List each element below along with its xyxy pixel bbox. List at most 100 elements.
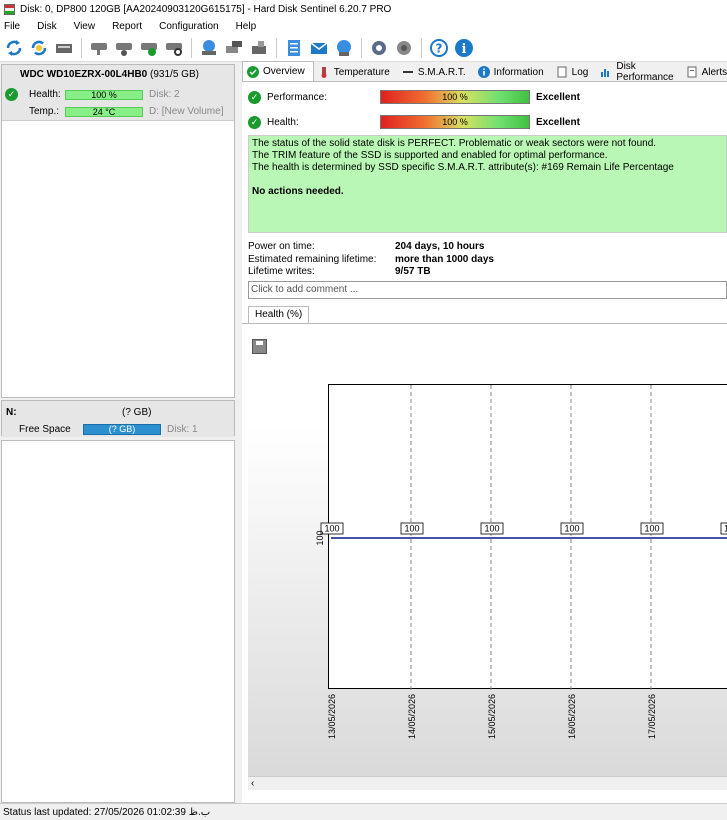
svg-text:i: i (462, 42, 467, 57)
remaining-lifetime-value: more than 1000 days (395, 253, 494, 265)
volume-list-empty-area (1, 440, 235, 803)
x-tick-label: 17/05/2026 (647, 694, 657, 739)
x-tick-label: 13/05/2026 (327, 694, 337, 739)
power-on-value: 204 days, 10 hours (395, 241, 485, 252)
volume-list: N: (? GB) Free Space (? GB) Disk: 1 (1, 400, 235, 437)
disk-number: Disk: 2 (149, 89, 180, 100)
thermometer-icon (318, 66, 330, 78)
volume-label: D: [New Volume] (149, 106, 224, 117)
disk-copy-icon[interactable] (248, 37, 270, 59)
x-tick-label: 16/05/2026 (567, 694, 577, 739)
tab-bar: Overview Temperature S.M.A.R.T. Informat… (242, 61, 727, 83)
performance-row: ✓ Performance: 100 % Excellent (242, 87, 727, 107)
data-label: 100 (324, 524, 339, 534)
title-bar: Disk: 0, DP800 120GB [AA20240903120G6151… (0, 0, 727, 18)
check-icon: ✓ (248, 115, 261, 129)
menu-configuration[interactable]: Configuration (159, 21, 225, 32)
app-icon (4, 3, 15, 15)
toolbar: ? i (0, 34, 727, 62)
x-tick-label: 15/05/2026 (487, 694, 497, 739)
tab-log[interactable]: Log (552, 63, 597, 81)
disk-search-icon[interactable] (163, 37, 185, 59)
health-chart: 13/05/2026 14/05/2026 15/05/2026 16/05/2026… (315, 384, 727, 739)
toolbar-separator (81, 37, 82, 58)
lifetime-writes-value: 9/57 TB (395, 266, 431, 277)
toolbar-separator (276, 37, 277, 58)
disk-test-icon[interactable] (113, 37, 135, 59)
graph-tab-bar: Health (%) (242, 305, 727, 324)
menu-file[interactable]: File (4, 21, 27, 32)
free-space-bar: (? GB) (83, 423, 161, 435)
toolbar-separator (361, 37, 362, 58)
smart-icon (402, 66, 414, 78)
chart-icon (600, 66, 612, 78)
graph-panel: 13/05/2026 14/05/2026 15/05/2026 16/05/2026… (248, 336, 727, 790)
tab-health-graph[interactable]: Health (%) (248, 305, 310, 323)
save-icon[interactable] (252, 339, 267, 354)
lifetime-writes-label: Lifetime writes: (248, 266, 315, 277)
details-pane: Overview Temperature S.M.A.R.T. Informat… (242, 61, 727, 803)
log-icon (556, 66, 568, 78)
health-label: Health: (29, 89, 61, 100)
health-bar: 100 % (65, 89, 143, 100)
health-bar: 100 % (380, 115, 530, 129)
power-on-label: Power on time: (248, 241, 315, 252)
comment-field[interactable]: Click to add comment ... (248, 280, 727, 299)
tab-temperature[interactable]: Temperature (314, 63, 398, 81)
status-line: The health is determined by SSD specific… (252, 162, 674, 173)
check-icon: ✓ (248, 90, 261, 104)
disk-size: (931/5 GB) (150, 69, 199, 80)
refresh-icon[interactable] (3, 37, 25, 59)
disk-tools-icon[interactable] (223, 37, 245, 59)
check-icon (247, 65, 259, 78)
notes-icon[interactable] (283, 37, 305, 59)
alert-icon (686, 66, 698, 78)
info-icon[interactable]: i (453, 37, 475, 59)
status-text: Status last updated: 27/05/2026 01:02:39… (3, 806, 211, 818)
disk-ok-icon[interactable] (138, 37, 160, 59)
toolbar-separator (421, 37, 422, 58)
tab-alerts[interactable]: Alerts (682, 63, 727, 81)
status-description: The status of the solid state disk is PE… (248, 135, 727, 233)
tab-information[interactable]: Information (474, 63, 552, 81)
toolbar-separator (191, 37, 192, 58)
disk-icon[interactable] (53, 37, 75, 59)
refresh-all-icon[interactable] (28, 37, 50, 59)
data-label: 100 (564, 524, 579, 534)
tab-smart[interactable]: S.M.A.R.T. (398, 63, 474, 81)
performance-label: Performance: (267, 91, 328, 103)
data-label: 100 (644, 524, 659, 534)
mail-icon[interactable] (308, 37, 330, 59)
tab-disk-performance[interactable]: Disk Performance (596, 61, 681, 83)
status-line: The status of the solid state disk is PE… (252, 138, 657, 149)
disk-stats: Power on time: 204 days, 10 hours Estimat… (248, 241, 727, 279)
volume-entry[interactable]: N: (? GB) Free Space (? GB) Disk: 1 (2, 401, 234, 437)
horizontal-scrollbar[interactable]: ‹ (248, 776, 727, 790)
performance-rating: Excellent (536, 91, 580, 103)
menu-help[interactable]: Help (236, 21, 264, 32)
network-disk-icon[interactable] (198, 37, 220, 59)
disk-settings-icon[interactable] (88, 37, 110, 59)
network-icon[interactable] (333, 37, 355, 59)
scroll-left-icon[interactable]: ‹ (251, 778, 254, 789)
temp-label: Temp.: (29, 106, 60, 117)
status-line: The TRIM feature of the SSD is supported… (252, 150, 608, 161)
tab-overview[interactable]: Overview (242, 61, 314, 81)
volume-size: (? GB) (122, 406, 152, 418)
menu-disk[interactable]: Disk (37, 21, 63, 32)
volume-name: N: (6, 406, 17, 418)
disk-name: WDC WD10EZRX-00L4HB0 (20, 69, 148, 80)
menu-report[interactable]: Report (112, 21, 149, 32)
info-icon (477, 66, 490, 78)
help-icon[interactable]: ? (428, 37, 450, 59)
disk-entry[interactable]: WDC WD10EZRX-00L4HB0 (931/5 GB) ✓ Health… (2, 65, 234, 121)
window-title: Disk: 0, DP800 120GB [AA20240903120G6151… (20, 3, 392, 15)
remaining-lifetime-label: Estimated remaining lifetime: (248, 253, 377, 265)
actions-text: No actions needed. (252, 186, 344, 197)
menu-view[interactable]: View (74, 21, 103, 32)
data-label: 100 (484, 524, 499, 534)
sound-icon[interactable] (393, 37, 415, 59)
disk-list-pane: WDC WD10EZRX-00L4HB0 (931/5 GB) ✓ Health… (0, 62, 237, 803)
menu-bar: File Disk View Report Configuration Help (0, 18, 727, 34)
gear-icon[interactable] (368, 37, 390, 59)
